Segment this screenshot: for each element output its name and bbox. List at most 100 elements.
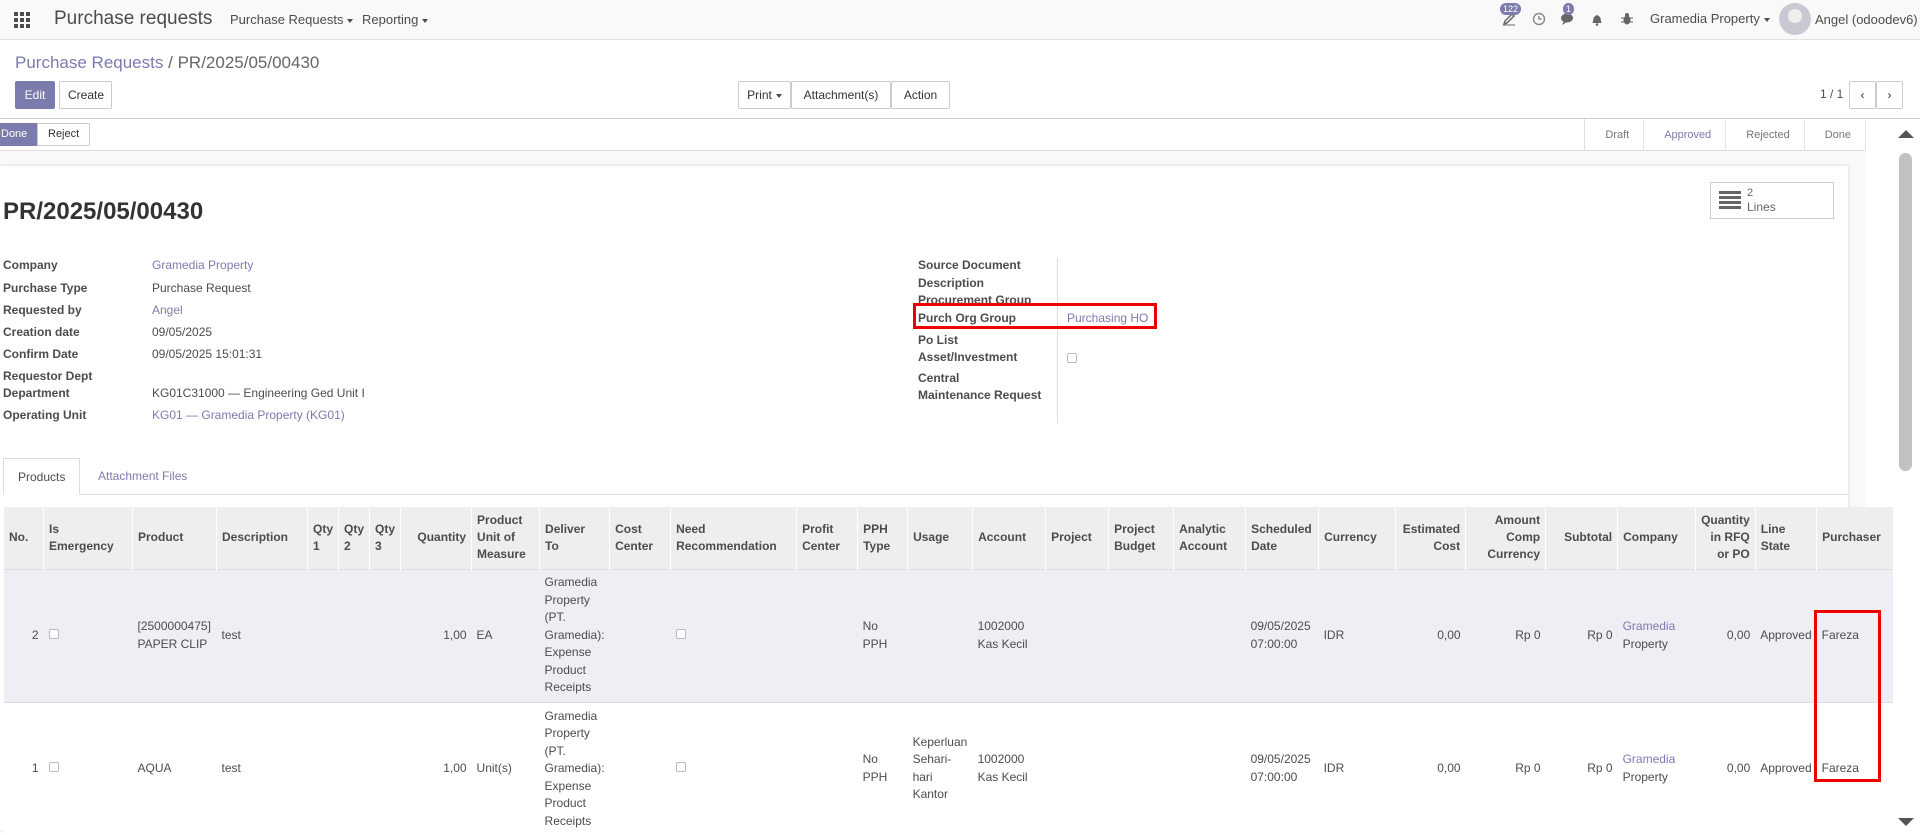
scroll-up-icon[interactable]: [1898, 130, 1914, 138]
column-header[interactable]: Line State: [1754, 507, 1817, 569]
stage-rejected[interactable]: Rejected: [1726, 119, 1805, 151]
edit-button[interactable]: Edit: [15, 81, 55, 109]
column-header-line: Budget: [1114, 538, 1156, 553]
column-header[interactable]: Account: [972, 507, 1046, 569]
tab-attachment-files[interactable]: Attachment Files: [84, 458, 201, 495]
breadcrumb-separator: /: [168, 53, 173, 72]
column-header[interactable]: Description: [216, 507, 308, 569]
column-header[interactable]: Purchaser: [1816, 507, 1893, 569]
apps-menu-icon[interactable]: [14, 12, 30, 28]
company-field[interactable]: Gramedia Property: [152, 257, 253, 273]
clock-icon[interactable]: [1532, 12, 1546, 29]
cell-line: No: [862, 752, 878, 767]
avatar[interactable]: [1779, 3, 1811, 35]
pager-value: 1 / 1: [1820, 87, 1844, 101]
bell-icon[interactable]: [1590, 12, 1604, 29]
column-header[interactable]: Qty 1: [306, 507, 339, 569]
column-header[interactable]: Subtotal: [1545, 507, 1618, 569]
column-header[interactable]: Project: [1045, 507, 1109, 569]
activity-icon[interactable]: 122: [1500, 3, 1522, 29]
lines-smart-button[interactable]: 2 Lines: [1710, 182, 1834, 219]
company-cell[interactable]: Gramedia Property: [1617, 701, 1696, 835]
column-header[interactable]: Qty 3: [369, 507, 401, 569]
need-recommendation-cell: [670, 568, 797, 702]
purch-org-group-field[interactable]: Purchasing HO: [1067, 310, 1148, 326]
need-recommendation-cell: [670, 701, 797, 835]
column-header-line: Usage: [913, 530, 950, 545]
column-header-line: Qty: [375, 521, 396, 536]
requested-by-field[interactable]: Angel: [152, 302, 183, 318]
messages-badge: 1: [1563, 3, 1575, 15]
pager-next-button[interactable]: ›: [1876, 81, 1903, 109]
is-emergency-checkbox[interactable]: [48, 628, 59, 639]
create-button[interactable]: Create: [59, 81, 112, 109]
operating-unit-field[interactable]: KG01 — Gramedia Property (KG01): [152, 407, 345, 423]
action-button[interactable]: Action: [891, 81, 950, 124]
stage-draft[interactable]: Draft: [1585, 119, 1645, 151]
tab-products[interactable]: Products: [3, 458, 81, 495]
column-header-line: Measure: [477, 547, 526, 562]
cell-line: 07:00:00: [1250, 769, 1298, 784]
reject-button[interactable]: Reject: [37, 123, 91, 146]
scroll-down-icon[interactable]: [1898, 818, 1914, 826]
column-header-line: Center: [615, 538, 654, 553]
scrollbar-thumb[interactable]: [1899, 153, 1912, 471]
breadcrumb-parent[interactable]: Purchase Requests: [15, 53, 163, 72]
company-switcher[interactable]: Gramedia Property: [1650, 11, 1770, 26]
app-brand[interactable]: Purchase requests: [54, 8, 212, 30]
column-header[interactable]: Currency: [1318, 507, 1396, 569]
need-recommendation-checkbox[interactable]: [675, 762, 686, 772]
cell-line: No: [862, 619, 878, 633]
menu-reporting[interactable]: Reporting: [362, 12, 429, 27]
column-header[interactable]: Cost Center: [609, 507, 671, 569]
cell-line: Product: [544, 796, 586, 810]
column-header[interactable]: Deliver To: [539, 507, 610, 569]
top-navbar: Purchase requests Purchase Requests Repo…: [0, 0, 1920, 40]
column-header[interactable]: Is Emergency: [43, 507, 133, 569]
purchase-type-label: Purchase Type: [3, 281, 88, 295]
column-header[interactable]: Estimated Cost: [1395, 507, 1466, 569]
products-table: No. Is Emergency Product Description Qty 1 Qty 2…: [3, 507, 1893, 835]
column-header[interactable]: Product: [132, 507, 217, 569]
stage-done[interactable]: Done: [1805, 119, 1866, 151]
qty1-cell: [307, 568, 339, 702]
column-header[interactable]: No.: [3, 507, 44, 569]
column-header-line: Currency: [1324, 530, 1377, 545]
column-header[interactable]: Product Unit of Measure: [471, 507, 540, 569]
print-button[interactable]: Print: [738, 81, 791, 109]
menu-purchase-requests[interactable]: Purchase Requests: [230, 12, 354, 27]
pager-previous-button[interactable]: ‹: [1849, 81, 1876, 109]
central-label: Central: [918, 371, 960, 385]
column-header[interactable]: Qty 2: [338, 507, 370, 569]
table-row[interactable]: 1 AQUA test 1,00 Unit(s) Gramedia Property (PT.…: [3, 701, 1893, 835]
messages-icon[interactable]: 1: [1561, 3, 1576, 29]
column-header[interactable]: Analytic Account: [1173, 507, 1246, 569]
is-emergency-checkbox[interactable]: [48, 762, 59, 772]
column-header[interactable]: PPH Type: [857, 507, 908, 569]
column-header[interactable]: Project Budget: [1108, 507, 1174, 569]
column-header[interactable]: Need Recommendation: [670, 507, 797, 569]
table-row[interactable]: 2 [2500000475] PAPER CLIP test 1,00 EA Gramedi…: [3, 568, 1893, 702]
currency-cell: IDR: [1318, 568, 1396, 702]
column-header[interactable]: Profit Center: [796, 507, 858, 569]
bug-icon[interactable]: [1620, 12, 1634, 29]
column-header[interactable]: Quantity: [400, 507, 472, 569]
need-recommendation-checkbox[interactable]: [675, 628, 686, 639]
subtotal-cell: Rp 0: [1545, 701, 1618, 835]
asset-investment-checkbox[interactable]: [1067, 353, 1077, 363]
column-header[interactable]: Usage: [907, 507, 973, 569]
user-menu[interactable]: Angel (odoodev6): [1815, 12, 1918, 27]
profit-center-cell: [796, 701, 858, 835]
column-header[interactable]: Company: [1617, 507, 1696, 569]
stage-approved[interactable]: Approved: [1644, 119, 1727, 151]
attachments-button[interactable]: Attachment(s): [791, 81, 891, 124]
column-header[interactable]: Amount Comp Currency: [1465, 507, 1546, 569]
column-header-line: Product: [477, 513, 523, 528]
column-header[interactable]: Quantity in RFQ or PO: [1695, 507, 1756, 569]
done-button[interactable]: Done: [0, 123, 39, 146]
company-cell[interactable]: Gramedia Property: [1617, 568, 1696, 702]
amount-comp-cell: Rp 0: [1465, 701, 1546, 835]
quantity-cell: 1,00: [400, 701, 472, 835]
creation-date-field: 09/05/2025: [152, 325, 213, 339]
column-header[interactable]: Scheduled Date: [1245, 507, 1319, 569]
